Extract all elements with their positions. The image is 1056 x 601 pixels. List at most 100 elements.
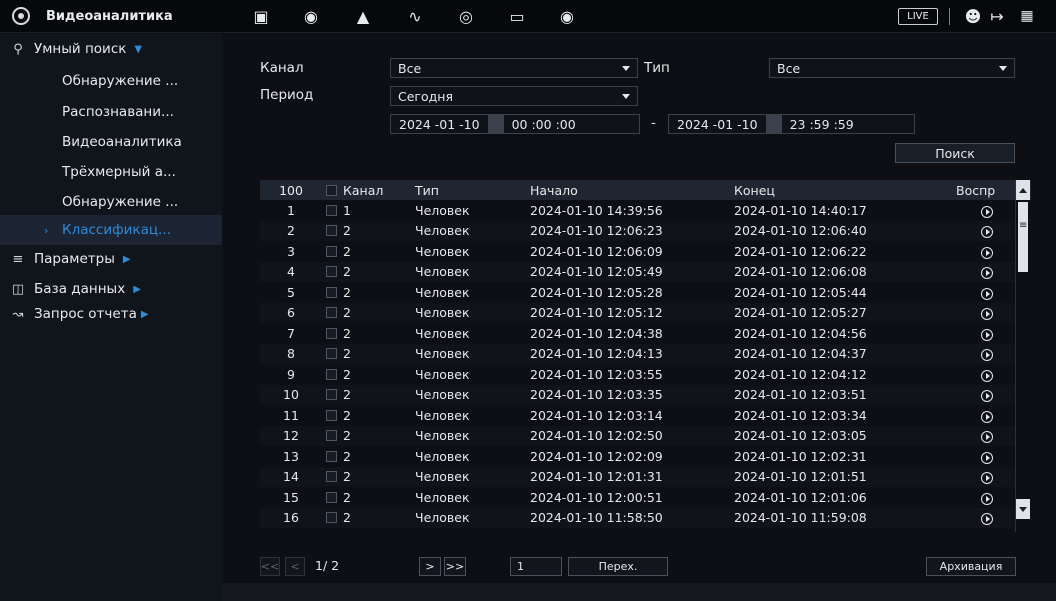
row-checkbox[interactable] [326, 225, 337, 237]
row-play[interactable] [962, 305, 1012, 321]
row-checkbox[interactable] [326, 204, 337, 216]
row-channel[interactable]: 1 [326, 203, 406, 218]
row-play[interactable] [962, 203, 1012, 218]
row-channel[interactable]: 2 [326, 490, 406, 505]
audio-icon[interactable]: ◉ [556, 6, 578, 26]
row-channel[interactable]: 2 [326, 531, 406, 532]
start-time[interactable]: 00 :00 :00 [504, 117, 584, 132]
row-checkbox[interactable] [326, 348, 337, 360]
row-channel[interactable]: 2 [326, 387, 406, 402]
row-channel[interactable]: 2 [326, 346, 406, 361]
end-datetime-field[interactable]: 2024 -01 -10 23 :59 :59 [668, 114, 915, 134]
settings-icon[interactable]: ◎ [455, 6, 477, 26]
row-channel[interactable]: 2 [326, 510, 406, 525]
channel-select[interactable]: Все [390, 58, 638, 78]
start-date[interactable]: 2024 -01 -10 [391, 117, 488, 132]
table-scrollbar[interactable] [1015, 180, 1030, 532]
row-play[interactable] [962, 367, 1012, 382]
display-icon[interactable]: ▭ [506, 6, 528, 26]
last-page-button[interactable]: >> [444, 557, 466, 576]
play-icon[interactable] [981, 246, 993, 259]
row-checkbox[interactable] [326, 307, 337, 319]
row-play[interactable] [962, 326, 1012, 341]
row-checkbox[interactable] [326, 368, 337, 380]
row-play[interactable] [962, 469, 1012, 485]
first-page-button[interactable]: << [260, 557, 280, 576]
play-icon[interactable] [981, 390, 993, 403]
face-icon[interactable]: ◉ [300, 6, 322, 26]
play-icon[interactable] [981, 287, 993, 300]
scroll-up-button[interactable] [1016, 180, 1030, 200]
sidebar-item-classification[interactable]: › Классификац... [0, 215, 222, 245]
start-datetime-field[interactable]: 2024 -01 -10 00 :00 :00 [390, 114, 640, 134]
row-play[interactable] [962, 346, 1012, 362]
goto-button[interactable]: Перех. [568, 557, 668, 576]
play-icon[interactable] [981, 472, 993, 485]
play-icon[interactable] [981, 267, 993, 280]
prev-page-button[interactable]: < [285, 557, 305, 576]
sidebar-item-video-analytics[interactable]: Видеоаналитика [0, 127, 222, 157]
row-channel[interactable]: 2 [326, 469, 406, 484]
row-play[interactable] [962, 449, 1012, 464]
play-icon[interactable] [981, 349, 993, 362]
row-play[interactable] [962, 510, 1012, 526]
row-play[interactable] [962, 223, 1012, 239]
table-row[interactable]: 6 2 Человек 2024-01-10 12:05:12 2024-01-10 1… [260, 302, 1015, 323]
period-select[interactable]: Сегодня [390, 86, 638, 106]
row-play[interactable] [962, 408, 1012, 423]
play-icon[interactable] [981, 205, 993, 218]
goto-page-input[interactable]: 1 [510, 557, 562, 576]
play-icon[interactable] [981, 369, 993, 382]
sidebar-item-parameters[interactable]: ≡ Параметры ▶ [0, 244, 222, 274]
qr-icon[interactable]: ▦ [1010, 6, 1044, 26]
sidebar-item-detection-2[interactable]: Обнаружение ... [0, 187, 222, 217]
play-icon[interactable] [981, 492, 993, 505]
play-icon[interactable] [981, 226, 993, 239]
sidebar-item-recognition[interactable]: Распознавани... [0, 97, 222, 127]
sidebar-item-smart-search[interactable]: ⚲ Умный поиск ▼ [0, 34, 222, 64]
end-time[interactable]: 23 :59 :59 [782, 117, 862, 132]
row-play[interactable] [962, 285, 1012, 300]
row-channel[interactable]: 2 [326, 264, 406, 279]
row-checkbox[interactable] [326, 512, 337, 524]
row-checkbox[interactable] [326, 286, 337, 298]
table-row[interactable]: 5 2 Человек 2024-01-10 12:05:28 2024-01-10 1… [260, 282, 1015, 303]
next-page-button[interactable]: > [419, 557, 441, 576]
table-row[interactable]: 14 2 Человек 2024-01-10 12:01:31 2024-01-10 … [260, 466, 1015, 487]
type-select[interactable]: Все [769, 58, 1015, 78]
table-row[interactable]: 1 1 Человек 2024-01-10 14:39:56 2024-01-10 1… [260, 200, 1015, 221]
row-play[interactable] [962, 531, 1012, 532]
row-channel[interactable]: 2 [326, 285, 406, 300]
table-row[interactable]: 16 2 Человек 2024-01-10 11:58:50 2024-01-10 … [260, 507, 1015, 528]
user-icon[interactable]: ☻ [962, 6, 984, 26]
play-icon[interactable] [981, 328, 993, 341]
row-play[interactable] [962, 387, 1012, 403]
row-checkbox[interactable] [326, 266, 337, 278]
play-icon[interactable] [981, 513, 993, 526]
table-row[interactable]: 9 2 Человек 2024-01-10 12:03:55 2024-01-10 1… [260, 364, 1015, 385]
playback-icon[interactable]: ▣ [250, 6, 272, 26]
scroll-thumb[interactable] [1018, 202, 1028, 272]
table-row[interactable]: 10 2 Человек 2024-01-10 12:03:35 2024-01-10 … [260, 384, 1015, 405]
sidebar-item-report[interactable]: ↝ Запрос отчета ▶ [0, 299, 222, 329]
end-date[interactable]: 2024 -01 -10 [669, 117, 766, 132]
table-row[interactable]: 12 2 Человек 2024-01-10 12:02:50 2024-01-10 … [260, 425, 1015, 446]
play-icon[interactable] [981, 410, 993, 423]
row-play[interactable] [962, 264, 1012, 280]
table-row[interactable]: 13 2 Человек 2024-01-10 12:02:09 2024-01-10 … [260, 446, 1015, 467]
play-icon[interactable] [981, 451, 993, 464]
row-channel[interactable]: 2 [326, 223, 406, 238]
table-row[interactable]: 2 2 Человек 2024-01-10 12:06:23 2024-01-10 1… [260, 220, 1015, 241]
table-row[interactable]: 15 2 Человек 2024-01-10 12:00:51 2024-01-10 … [260, 487, 1015, 508]
row-play[interactable] [962, 244, 1012, 259]
row-channel[interactable]: 2 [326, 326, 406, 341]
live-button[interactable]: LIVE [898, 8, 938, 25]
row-channel[interactable]: 2 [326, 305, 406, 320]
row-channel[interactable]: 2 [326, 428, 406, 443]
network-icon[interactable]: ∿ [404, 6, 426, 26]
row-channel[interactable]: 2 [326, 449, 406, 464]
row-play[interactable] [962, 490, 1012, 505]
table-row[interactable]: 8 2 Человек 2024-01-10 12:04:13 2024-01-10 1… [260, 343, 1015, 364]
row-play[interactable] [962, 428, 1012, 444]
row-checkbox[interactable] [326, 450, 337, 462]
